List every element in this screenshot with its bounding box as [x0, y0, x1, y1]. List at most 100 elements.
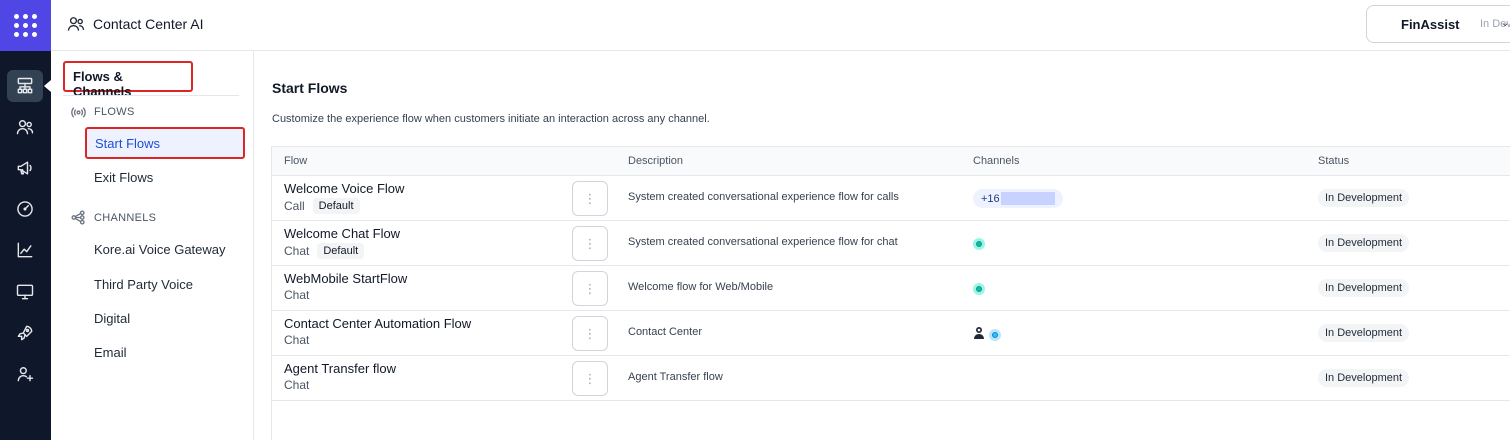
kebab-menu-icon: ⋮	[583, 281, 597, 296]
rail-deploy-button[interactable]	[7, 317, 43, 349]
column-header-channels: Channels	[973, 155, 1020, 167]
section-divider	[63, 95, 239, 96]
status-badge: In Development	[1318, 324, 1410, 342]
kebab-menu-icon: ⋮	[583, 236, 597, 251]
flow-description: System created conversational experience…	[628, 236, 898, 248]
flow-channels	[973, 326, 1001, 343]
flow-type-label: Chat	[284, 288, 310, 302]
column-header-status: Status	[1318, 155, 1350, 167]
table-row[interactable]: Welcome Chat Flow Chat Default ⋮ System …	[272, 221, 1510, 266]
apps-grid-icon	[14, 14, 37, 37]
table-header: Flow Description Channels Status	[272, 147, 1510, 176]
share-nodes-icon	[71, 210, 85, 225]
agent-channel-icon	[973, 326, 985, 343]
rail-analytics-button[interactable]	[7, 234, 43, 266]
rail-monitor-button[interactable]	[7, 276, 43, 308]
campaign-icon	[17, 161, 32, 175]
rail-add-user-button[interactable]	[7, 358, 43, 390]
flow-type: Chat Default	[284, 243, 365, 259]
default-badge: Default	[317, 243, 365, 259]
bot-selector[interactable]: FinAssist In Dev ⌄	[1366, 5, 1510, 43]
web-channel-icon	[989, 328, 1001, 341]
rail-users-button[interactable]	[7, 111, 43, 143]
flow-name[interactable]: Welcome Voice Flow	[284, 181, 404, 196]
gauge-icon	[17, 201, 33, 217]
row-actions-button[interactable]: ⋮	[572, 316, 608, 351]
page-title: Start Flows	[272, 80, 348, 96]
left-rail	[0, 0, 51, 440]
rail-flows-button[interactable]	[7, 70, 43, 102]
kebab-menu-icon: ⋮	[583, 326, 597, 341]
analytics-icon	[17, 242, 33, 258]
top-bar: Contact Center AI FinAssist In Dev ⌄	[51, 0, 1510, 51]
chat-channel-icon	[973, 283, 985, 295]
status-badge: In Development	[1318, 279, 1410, 297]
flow-description: Agent Transfer flow	[628, 371, 723, 383]
add-user-icon	[17, 367, 34, 382]
status-badge: In Development	[1318, 369, 1410, 387]
flow-name[interactable]: Agent Transfer flow	[284, 361, 396, 376]
flow-type: Chat	[284, 288, 309, 302]
apps-launcher[interactable]	[0, 0, 51, 51]
status-badge: In Development	[1318, 234, 1410, 252]
flow-description: Contact Center	[628, 326, 702, 338]
rail-dashboard-button[interactable]	[7, 193, 43, 225]
flows-group-heading: FLOWS	[71, 104, 135, 119]
flow-type-label: Chat	[284, 244, 310, 258]
channels-group-heading: CHANNELS	[71, 210, 156, 225]
main-content: Start Flows Customize the experience flo…	[255, 51, 1510, 440]
column-header-flow: Flow	[284, 155, 308, 167]
flow-type: Chat	[284, 378, 309, 392]
app-title: Contact Center AI	[93, 16, 204, 32]
row-actions-button[interactable]: ⋮	[572, 226, 608, 261]
phone-number-redacted	[1000, 192, 1055, 205]
row-actions-button[interactable]: ⋮	[572, 181, 608, 216]
broadcast-icon	[71, 107, 86, 118]
table-row[interactable]: Welcome Voice Flow Call Default ⋮ System…	[272, 176, 1510, 221]
phone-number-prefix: +16	[981, 192, 1000, 205]
rail-active-indicator	[44, 80, 51, 92]
nav-exit-flows[interactable]: Exit Flows	[94, 170, 153, 185]
flow-name[interactable]: WebMobile StartFlow	[284, 271, 407, 286]
table-row[interactable]: Agent Transfer flow Chat ⋮ Agent Transfe…	[272, 356, 1510, 401]
row-actions-button[interactable]: ⋮	[572, 271, 608, 306]
flow-channels	[973, 238, 985, 250]
flow-type-label: Chat	[284, 333, 310, 347]
flow-channels	[973, 283, 985, 295]
column-header-description: Description	[628, 155, 684, 167]
chat-channel-icon	[973, 238, 985, 250]
flow-name[interactable]: Welcome Chat Flow	[284, 226, 400, 241]
nav-digital[interactable]: Digital	[94, 311, 130, 326]
flow-name[interactable]: Contact Center Automation Flow	[284, 316, 471, 331]
row-actions-button[interactable]: ⋮	[572, 361, 608, 396]
table-row[interactable]: WebMobile StartFlow Chat ⋮ Welcome flow …	[272, 266, 1510, 311]
contact-center-icon	[66, 14, 86, 34]
monitor-icon	[16, 284, 34, 300]
flow-description: System created conversational experience…	[628, 191, 899, 203]
status-badge: In Development	[1318, 189, 1410, 207]
bot-name: FinAssist	[1401, 17, 1460, 32]
flows-heading-label: FLOWS	[94, 105, 135, 118]
page-description: Customize the experience flow when custo…	[272, 113, 710, 125]
flow-type: Call Default	[284, 198, 360, 214]
flows-icon	[17, 77, 33, 94]
rail-campaign-button[interactable]	[7, 152, 43, 184]
flow-type-label: Call	[284, 199, 305, 213]
flow-channels: +16	[973, 189, 1063, 208]
table-row[interactable]: Contact Center Automation Flow Chat ⋮ Co…	[272, 311, 1510, 356]
nav-kore-voice-gateway[interactable]: Kore.ai Voice Gateway	[94, 242, 226, 257]
start-flows-table: Flow Description Channels Status Welcome…	[271, 146, 1510, 440]
section-title: Flows & Channels	[63, 61, 193, 99]
phone-channel-pill: +16	[973, 189, 1063, 208]
default-badge: Default	[312, 198, 360, 214]
nav-third-party-voice[interactable]: Third Party Voice	[94, 277, 193, 292]
chevron-down-icon: ⌄	[1501, 18, 1510, 29]
secondary-nav: Flows & Channels FLOWS Start Flows Exit …	[51, 51, 254, 440]
users-icon	[16, 120, 34, 135]
flow-description: Welcome flow for Web/Mobile	[628, 281, 774, 293]
flow-type: Chat	[284, 333, 309, 347]
nav-email[interactable]: Email	[94, 345, 127, 360]
nav-start-flows[interactable]: Start Flows	[85, 127, 245, 159]
kebab-menu-icon: ⋮	[583, 191, 597, 206]
channels-heading-label: CHANNELS	[94, 211, 157, 224]
